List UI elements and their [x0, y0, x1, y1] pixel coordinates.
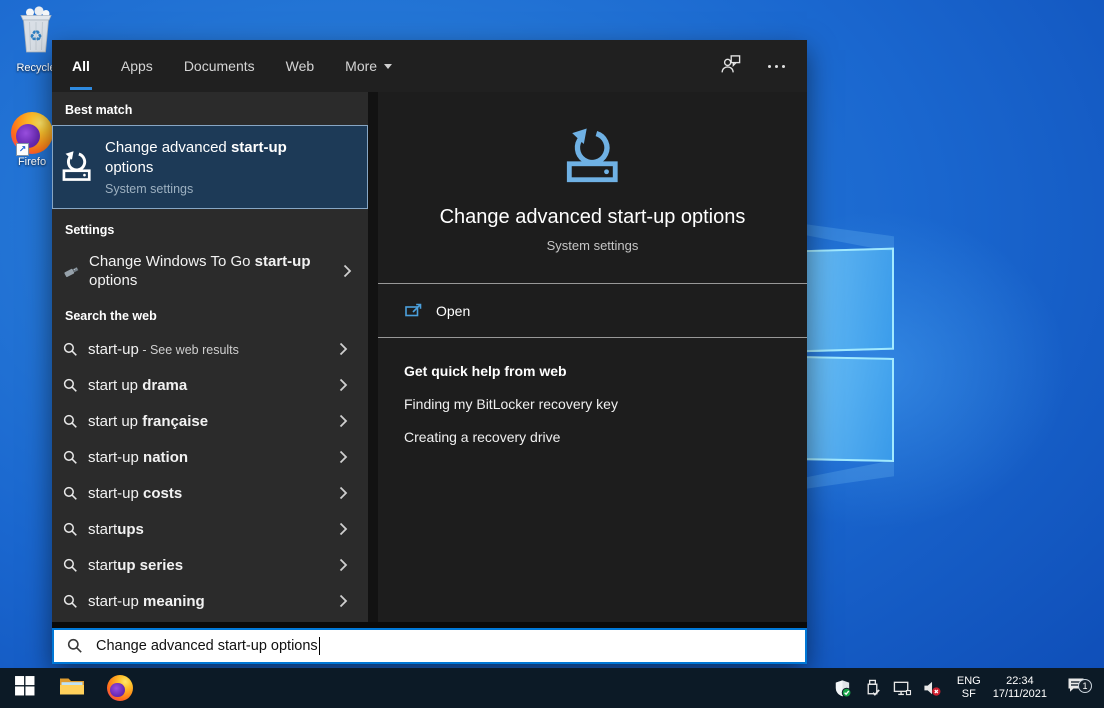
section-header-best-match: Best match	[52, 92, 368, 125]
search-icon	[63, 522, 78, 537]
result-title: Change Windows To Go start-up options	[89, 252, 321, 290]
desktop: ♻ Recycle ↗ Firefo All Apps Documents We…	[0, 0, 1104, 708]
help-section-header: Get quick help from web	[404, 363, 807, 379]
chevron-right-icon	[339, 594, 348, 608]
search-filter-tabbar: All Apps Documents Web More	[52, 40, 807, 92]
taskbar-firefox-button[interactable]	[96, 668, 144, 708]
start-button[interactable]	[0, 668, 48, 708]
taskbar-empty-area	[144, 668, 833, 708]
open-action[interactable]: Open	[378, 284, 807, 337]
taskbar-date: 17/11/2021	[993, 688, 1047, 702]
chevron-right-icon	[339, 558, 348, 572]
result-subtitle: System settings	[105, 182, 333, 196]
search-query-text: Change advanced start-up options	[96, 638, 318, 654]
search-icon	[63, 486, 78, 501]
preview-panel: Change advanced start-up options System …	[378, 92, 807, 622]
divider	[378, 337, 807, 338]
section-header-settings: Settings	[52, 209, 368, 245]
svg-text:♻: ♻	[29, 28, 42, 45]
web-suggestion[interactable]: startup series	[52, 547, 368, 583]
tab-apps[interactable]: Apps	[119, 40, 155, 92]
taskbar-file-explorer-button[interactable]	[48, 668, 96, 708]
web-suggestion[interactable]: start-up meaning	[52, 583, 368, 619]
chevron-right-icon	[339, 522, 348, 536]
file-explorer-icon	[59, 675, 85, 702]
web-suggestion[interactable]: start-up - See web results	[52, 331, 368, 367]
section-header-search-web: Search the web	[52, 297, 368, 331]
search-icon	[67, 638, 83, 654]
notification-count-badge: 1	[1078, 679, 1092, 693]
wallpaper-windows-logo-pane	[797, 356, 894, 462]
taskbar-clock[interactable]: 22:34 17/11/2021	[989, 675, 1057, 702]
wallpaper-windows-logo-pane	[798, 248, 894, 353]
search-icon	[63, 414, 78, 429]
usb-drive-icon	[62, 262, 81, 281]
ellipsis-icon[interactable]	[768, 65, 785, 68]
settings-result[interactable]: Change Windows To Go start-up options	[52, 245, 368, 297]
chevron-right-icon	[339, 378, 348, 392]
windows-logo-icon	[14, 675, 35, 701]
web-suggestion[interactable]: start up drama	[52, 367, 368, 403]
volume-muted-icon[interactable]	[923, 679, 942, 698]
restart-drive-icon	[562, 128, 624, 186]
usb-device-icon[interactable]	[863, 679, 882, 698]
preview-title: Change advanced start-up options	[378, 206, 807, 229]
best-match-result[interactable]: Change advanced start-up options System …	[52, 125, 368, 209]
text-caret	[319, 637, 321, 655]
web-suggestion[interactable]: start-up nation	[52, 439, 368, 475]
language-indicator[interactable]: ENG SF	[953, 675, 989, 702]
open-label: Open	[436, 303, 470, 319]
user-feedback-icon[interactable]	[720, 54, 742, 78]
search-icon	[63, 558, 78, 573]
tab-more[interactable]: More	[343, 40, 394, 92]
panel-divider	[368, 92, 378, 622]
search-icon	[63, 342, 78, 357]
network-icon[interactable]	[893, 679, 912, 698]
results-panel: Best match Change advanced start-up opti…	[52, 92, 368, 622]
search-icon	[63, 378, 78, 393]
search-input[interactable]: Change advanced start-up options	[52, 628, 807, 664]
help-link[interactable]: Creating a recovery drive	[404, 429, 807, 445]
chevron-right-icon	[339, 342, 348, 356]
restart-drive-icon	[61, 151, 93, 183]
search-flyout-window: All Apps Documents Web More	[52, 40, 807, 664]
tab-documents[interactable]: Documents	[182, 40, 257, 92]
chevron-right-icon	[343, 264, 352, 278]
shortcut-arrow-icon: ↗	[16, 143, 29, 156]
security-shield-icon[interactable]	[833, 679, 852, 698]
search-icon	[63, 594, 78, 609]
taskbar: ENG SF 22:34 17/11/2021 1	[0, 668, 1104, 708]
web-suggestion[interactable]: startups	[52, 511, 368, 547]
chevron-down-icon	[384, 64, 392, 69]
chevron-right-icon	[339, 414, 348, 428]
firefox-icon	[107, 675, 133, 701]
chevron-right-icon	[339, 450, 348, 464]
taskbar-time: 22:34	[993, 675, 1047, 689]
action-center-button[interactable]: 1	[1057, 676, 1095, 700]
open-external-icon	[405, 302, 423, 320]
result-title: Change advanced start-up options	[105, 138, 333, 178]
web-suggestion[interactable]: start-up costs	[52, 475, 368, 511]
tab-all[interactable]: All	[70, 40, 92, 92]
web-suggestion[interactable]: start up française	[52, 403, 368, 439]
preview-subtitle: System settings	[378, 238, 807, 253]
search-icon	[63, 450, 78, 465]
tab-web[interactable]: Web	[284, 40, 317, 92]
chevron-right-icon	[339, 486, 348, 500]
help-link[interactable]: Finding my BitLocker recovery key	[404, 396, 807, 412]
